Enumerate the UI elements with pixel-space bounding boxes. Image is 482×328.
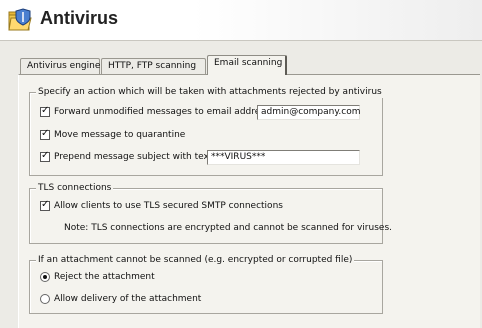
tab-email-scanning[interactable]: Email scanning	[207, 55, 287, 75]
prepend-label: Prepend message subject with text:	[54, 152, 216, 162]
check-icon: ✓	[41, 150, 50, 161]
folder-shield-icon	[8, 8, 32, 31]
unscannable-group-legend: If an attachment cannot be scanned (e.g.…	[36, 254, 355, 266]
reject-attachment-radio[interactable]	[40, 272, 50, 282]
check-icon: ✓	[41, 128, 50, 139]
check-icon: ✓	[41, 199, 50, 210]
tab-antivirus-engine[interactable]: Antivirus engine	[20, 58, 100, 74]
tls-group: TLS connections ✓ Allow clients to use T…	[29, 182, 392, 244]
forward-checkbox[interactable]: ✓	[40, 105, 50, 117]
radio-selected-dot	[43, 275, 47, 279]
tab-http-ftp-scanning[interactable]: HTTP, FTP scanning	[101, 58, 206, 74]
forward-option[interactable]: ✓ Forward unmodified messages to email a…	[40, 105, 273, 119]
tls-note: Note: TLS connections are encrypted and …	[64, 223, 392, 233]
forward-email-field[interactable]: admin@company.com	[257, 105, 360, 120]
allow-tls-checkbox[interactable]: ✓	[40, 199, 50, 211]
allow-tls-label: Allow clients to use TLS secured SMTP co…	[54, 201, 283, 211]
tab-panel-email-scanning: Specify an action which will be taken wi…	[18, 74, 480, 328]
quarantine-option[interactable]: ✓ Move message to quarantine	[40, 128, 185, 142]
prepend-subject-field[interactable]: ***VIRUS***	[207, 150, 360, 165]
reject-attachment-label: Reject the attachment	[54, 272, 155, 282]
prepend-checkbox[interactable]: ✓	[40, 150, 50, 162]
unscannable-group: If an attachment cannot be scanned (e.g.…	[29, 254, 383, 314]
tls-group-legend: TLS connections	[36, 182, 114, 194]
action-group: Specify an action which will be taken wi…	[29, 86, 384, 176]
quarantine-label: Move message to quarantine	[54, 130, 186, 140]
allow-tls-option[interactable]: ✓ Allow clients to use TLS secured SMTP …	[40, 199, 283, 213]
allow-delivery-radio[interactable]	[40, 294, 50, 304]
reject-attachment-option[interactable]: Reject the attachment	[40, 270, 155, 284]
allow-delivery-option[interactable]: Allow delivery of the attachment	[40, 292, 201, 306]
check-icon: ✓	[41, 105, 50, 116]
quarantine-checkbox[interactable]: ✓	[40, 128, 50, 140]
forward-label: Forward unmodified messages to email add…	[54, 107, 273, 117]
title-bar: Antivirus	[0, 0, 482, 41]
allow-delivery-label: Allow delivery of the attachment	[54, 294, 202, 304]
action-group-legend: Specify an action which will be taken wi…	[36, 86, 384, 98]
window-title: Antivirus	[40, 8, 119, 28]
prepend-option[interactable]: ✓ Prepend message subject with text:	[40, 150, 215, 164]
